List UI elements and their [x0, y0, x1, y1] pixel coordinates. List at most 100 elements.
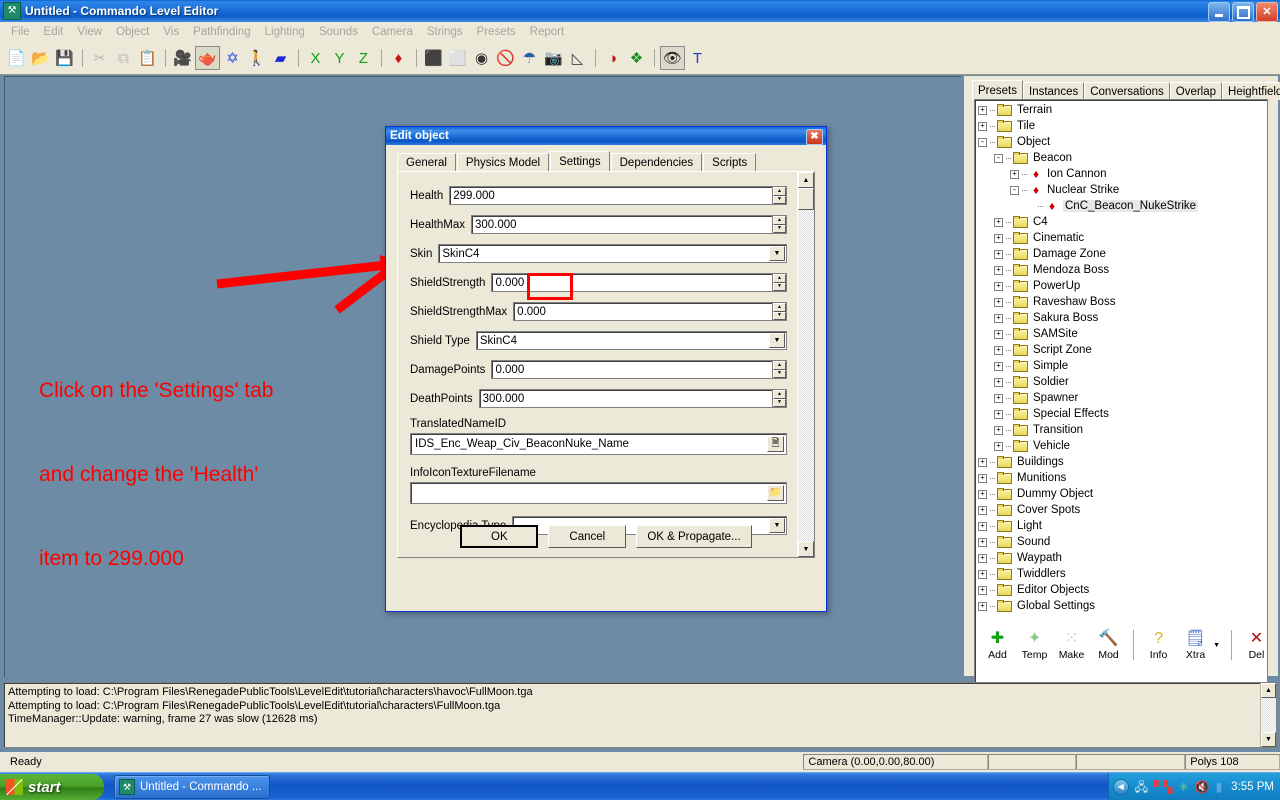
log-scroll-track[interactable] [1261, 698, 1276, 732]
tab-dependencies[interactable]: Dependencies [611, 153, 703, 171]
tree-node[interactable]: +Cinematic [975, 230, 1267, 246]
collapse-icon[interactable]: - [994, 154, 1003, 163]
walk-mode-icon[interactable]: 🚶 [245, 47, 268, 69]
tree-node[interactable]: -Beacon [975, 150, 1267, 166]
tree-node[interactable]: +Twiddlers [975, 566, 1267, 582]
xtra-dropdown-icon[interactable]: ▼ [1213, 642, 1220, 649]
menu-item-report[interactable]: Report [523, 24, 572, 40]
camera-icon[interactable]: 🎥 [171, 47, 194, 69]
info-icon-field[interactable]: 📁 [410, 482, 787, 504]
battery-icon[interactable]: ▮ [1216, 781, 1223, 793]
menu-item-lighting[interactable]: Lighting [258, 24, 312, 40]
tree-node[interactable]: +Global Settings [975, 598, 1267, 614]
tree-node[interactable]: +Editor Objects [975, 582, 1267, 598]
spinner-up-icon[interactable]: ▲ [773, 303, 786, 312]
expand-icon[interactable]: + [994, 346, 1003, 355]
terrain-icon[interactable]: ▰ [269, 47, 292, 69]
cubes-icon[interactable]: ❖ [625, 47, 648, 69]
spinner-up-icon[interactable]: ▲ [773, 187, 786, 196]
expand-icon[interactable]: + [978, 122, 987, 131]
menu-item-object[interactable]: Object [109, 24, 156, 40]
tree-node[interactable]: +Vehicle [975, 438, 1267, 454]
settings-scrollbar[interactable]: ▲ ▼ [797, 172, 814, 557]
expand-icon[interactable]: + [978, 106, 987, 115]
menu-item-view[interactable]: View [70, 24, 109, 40]
show-hidden-icons-handle[interactable]: ◀ [1113, 779, 1129, 795]
tree-node[interactable]: +Sound [975, 534, 1267, 550]
volume-mute-icon[interactable]: 🔇 [1195, 781, 1210, 793]
no-entry-icon[interactable]: 🚫 [494, 47, 517, 69]
overlap-spheres-icon[interactable]: ◑ [601, 47, 624, 69]
cancel-button[interactable]: Cancel [548, 525, 626, 548]
expand-icon[interactable]: + [978, 474, 987, 483]
tree-node[interactable]: +C4 [975, 214, 1267, 230]
expand-icon[interactable]: + [994, 298, 1003, 307]
presets-tab-overlap[interactable]: Overlap [1170, 82, 1222, 100]
cut-icon[interactable]: ✂ [88, 47, 111, 69]
damagepoints-input[interactable]: 0.000 [491, 360, 772, 379]
tree-node[interactable]: +Special Effects [975, 406, 1267, 422]
camera-path-icon[interactable]: 📷 [542, 47, 565, 69]
tree-node[interactable]: +Terrain [975, 102, 1267, 118]
shieldstrengthmax-spinner[interactable]: ▲▼ [772, 302, 787, 321]
expand-icon[interactable]: + [978, 570, 987, 579]
angle-icon[interactable]: ◺ [566, 47, 589, 69]
expand-icon[interactable]: + [994, 442, 1003, 451]
tab-physics-model[interactable]: Physics Model [457, 153, 549, 171]
drop-to-ground-icon[interactable]: ♦ [387, 47, 410, 69]
menu-item-presets[interactable]: Presets [470, 24, 523, 40]
tree-node[interactable]: +Simple [975, 358, 1267, 374]
axis-y-icon[interactable]: Y [328, 47, 351, 69]
tree-node[interactable]: +Dummy Object [975, 486, 1267, 502]
tree-node[interactable]: +Transition [975, 422, 1267, 438]
teapot-object-icon[interactable]: 🫖 [195, 46, 220, 70]
tree-node[interactable]: +Cover Spots [975, 502, 1267, 518]
chevron-down-icon[interactable]: ▼ [769, 333, 785, 348]
healthmax-input[interactable]: 300.000 [471, 215, 772, 234]
visibility-eye-icon[interactable]: 👁 [660, 46, 685, 70]
expand-icon[interactable]: + [994, 266, 1003, 275]
shieldstrength-input[interactable]: 0.000 [491, 273, 772, 292]
tree-node[interactable]: +♦Ion Cannon [975, 166, 1267, 182]
ok-button[interactable]: OK [460, 525, 538, 548]
spinner-up-icon[interactable]: ▲ [773, 274, 786, 283]
shieldstrengthmax-input[interactable]: 0.000 [513, 302, 772, 321]
tree-node[interactable]: +PowerUp [975, 278, 1267, 294]
presets-tab-instances[interactable]: Instances [1023, 82, 1084, 100]
tree-node[interactable]: +Buildings [975, 454, 1267, 470]
tree-node[interactable]: +Spawner [975, 390, 1267, 406]
expand-icon[interactable]: + [978, 602, 987, 611]
presets-tool-xtra[interactable]: 🗒Xtra [1178, 630, 1213, 661]
string-table-icon[interactable]: 🗎 [767, 436, 784, 452]
spinner-up-icon[interactable]: ▲ [773, 216, 786, 225]
expand-icon[interactable]: + [978, 458, 987, 467]
expand-icon[interactable]: + [994, 282, 1003, 291]
expand-icon[interactable]: + [994, 410, 1003, 419]
tab-general[interactable]: General [397, 153, 456, 171]
paste-icon[interactable]: 📋 [136, 47, 159, 69]
expand-icon[interactable]: + [994, 218, 1003, 227]
presets-tool-make[interactable]: ⁙Make [1054, 630, 1089, 661]
browse-folder-icon[interactable]: 📁 [767, 485, 784, 501]
expand-icon[interactable]: + [978, 522, 987, 531]
chevron-down-icon[interactable]: ▼ [769, 246, 785, 261]
dialog-close-icon[interactable]: ✖ [806, 129, 823, 145]
expand-icon[interactable]: + [978, 554, 987, 563]
tree-node[interactable]: ♦CnC_Beacon_NukeStrike [975, 198, 1267, 214]
collapse-icon[interactable]: - [1010, 186, 1019, 195]
maximize-button[interactable] [1232, 2, 1254, 22]
expand-icon[interactable]: + [1010, 170, 1019, 179]
presets-tab-heightfield[interactable]: Heightfield [1222, 82, 1280, 100]
tree-node[interactable]: +Waypath [975, 550, 1267, 566]
log-scroll-down-button[interactable]: ▼ [1261, 732, 1276, 747]
damagepoints-spinner[interactable]: ▲▼ [772, 360, 787, 379]
menu-item-edit[interactable]: Edit [37, 24, 71, 40]
save-icon[interactable]: 💾 [53, 47, 76, 69]
spinner-down-icon[interactable]: ▼ [773, 399, 786, 408]
expand-icon[interactable]: + [978, 490, 987, 499]
menu-item-camera[interactable]: Camera [365, 24, 420, 40]
spinner-up-icon[interactable]: ▲ [773, 390, 786, 399]
axis-gizmo-icon[interactable]: ✡ [221, 47, 244, 69]
start-button[interactable]: start [0, 774, 104, 800]
expand-icon[interactable]: + [994, 330, 1003, 339]
